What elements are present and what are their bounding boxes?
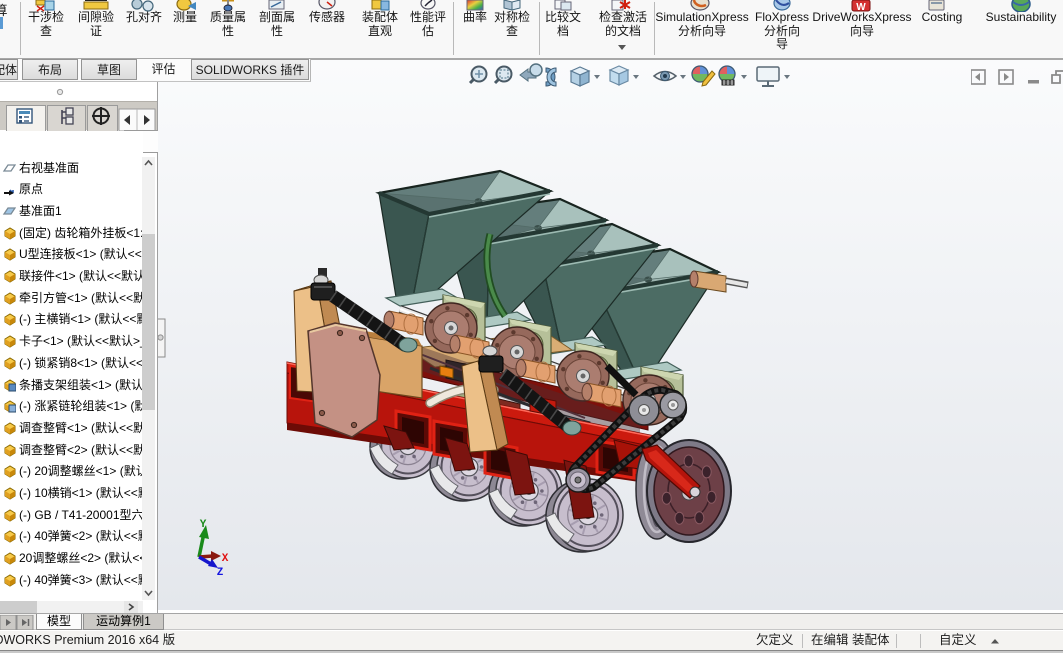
svg-text:W: W bbox=[856, 2, 866, 12]
